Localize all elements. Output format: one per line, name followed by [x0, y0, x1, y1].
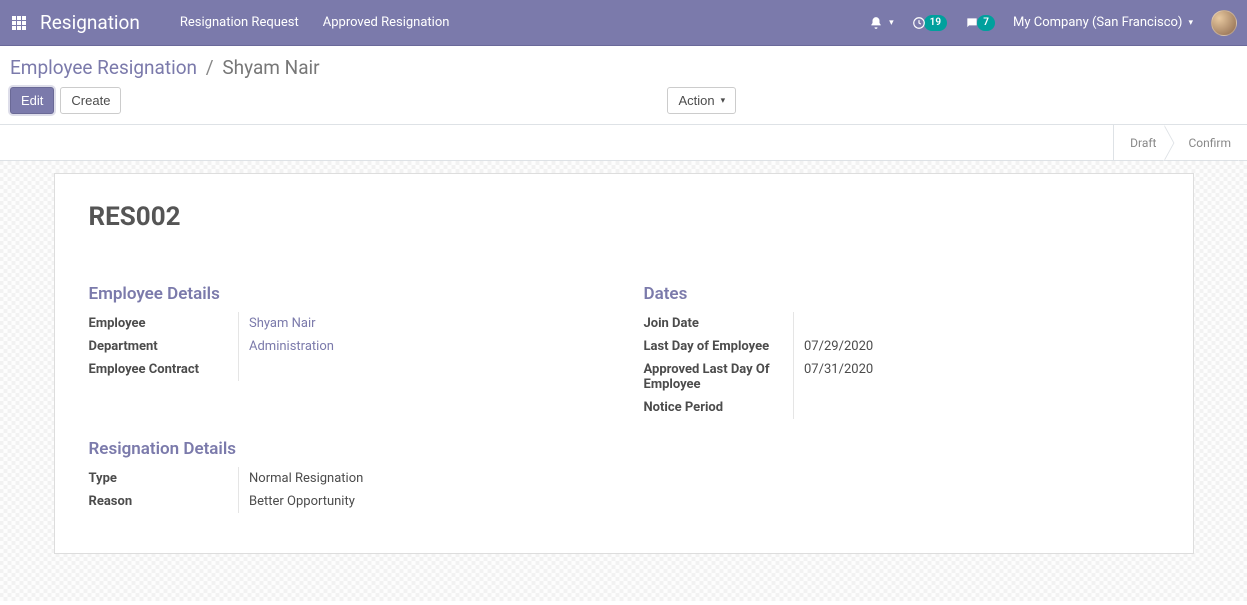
action-label: Action: [678, 93, 714, 108]
create-button[interactable]: Create: [60, 87, 121, 114]
value-type: Normal Resignation: [239, 467, 604, 490]
control-bar: Employee Resignation / Shyam Nair Edit C…: [0, 46, 1247, 124]
status-confirm-label: Confirm: [1188, 136, 1231, 150]
label-reason: Reason: [89, 490, 239, 513]
caret-down-icon: ▾: [721, 95, 726, 106]
breadcrumb: Employee Resignation / Shyam Nair: [10, 56, 1237, 79]
clock-icon: [912, 16, 926, 30]
caret-down-icon: ▾: [1188, 18, 1193, 28]
value-department[interactable]: Administration: [249, 339, 334, 354]
top-nav: Resignation Request Approved Resignation: [180, 15, 450, 30]
value-reason: Better Opportunity: [239, 490, 604, 513]
label-type: Type: [89, 467, 239, 490]
form-sheet: RES002 Employee Details Employee Shyam N…: [54, 173, 1194, 554]
value-approved-last-day: 07/31/2020: [794, 358, 1159, 396]
section-employee-details: Employee Details: [89, 284, 604, 304]
breadcrumb-root[interactable]: Employee Resignation: [10, 56, 197, 79]
action-menu-button[interactable]: Action ▾: [667, 87, 736, 114]
value-notice-period: [794, 396, 1159, 419]
status-draft-label: Draft: [1130, 136, 1156, 150]
top-navbar: Resignation Resignation Request Approved…: [0, 0, 1247, 46]
label-contract: Employee Contract: [89, 358, 239, 381]
record-name: RES002: [89, 202, 1159, 232]
apps-icon[interactable]: [0, 16, 32, 30]
label-notice-period: Notice Period: [644, 396, 794, 419]
label-join-date: Join Date: [644, 312, 794, 335]
discuss-indicator[interactable]: 7: [965, 15, 995, 31]
discuss-badge: 7: [977, 15, 995, 31]
status-confirm[interactable]: Confirm: [1172, 125, 1247, 161]
status-draft[interactable]: Draft: [1114, 125, 1172, 161]
value-employee[interactable]: Shyam Nair: [249, 316, 316, 331]
company-switcher[interactable]: My Company (San Francisco) ▾: [1013, 15, 1193, 30]
label-approved-last-day: Approved Last Day Of Employee: [644, 358, 794, 396]
company-name: My Company (San Francisco): [1013, 15, 1182, 30]
section-dates: Dates: [644, 284, 1159, 304]
statusbar-row: Draft Confirm: [0, 125, 1247, 161]
sheet-background: RES002 Employee Details Employee Shyam N…: [0, 161, 1247, 601]
activity-indicator[interactable]: 19: [912, 15, 947, 31]
breadcrumb-separator: /: [206, 56, 214, 79]
label-employee: Employee: [89, 312, 239, 335]
value-last-day: 07/29/2020: [794, 335, 1159, 358]
caret-down-icon: ▾: [889, 18, 894, 28]
edit-button[interactable]: Edit: [10, 87, 54, 114]
value-join-date: [794, 312, 1159, 335]
value-contract: [239, 358, 604, 381]
breadcrumb-current: Shyam Nair: [222, 56, 319, 79]
topbar-right: ▾ 19 7 My Company (San Francisco) ▾: [869, 10, 1247, 36]
label-last-day: Last Day of Employee: [644, 335, 794, 358]
buttons-row: Edit Create Action ▾: [10, 87, 1237, 124]
section-resignation-details: Resignation Details: [89, 439, 1159, 459]
avatar[interactable]: [1211, 10, 1237, 36]
chat-icon: [965, 16, 979, 30]
nav-approved-resignation[interactable]: Approved Resignation: [323, 15, 450, 30]
nav-resignation-request[interactable]: Resignation Request: [180, 15, 299, 30]
statusbar: Draft Confirm: [1113, 125, 1247, 161]
label-department: Department: [89, 335, 239, 358]
notification-bell[interactable]: ▾: [869, 16, 894, 30]
activity-badge: 19: [924, 15, 947, 31]
app-brand[interactable]: Resignation: [40, 11, 140, 34]
